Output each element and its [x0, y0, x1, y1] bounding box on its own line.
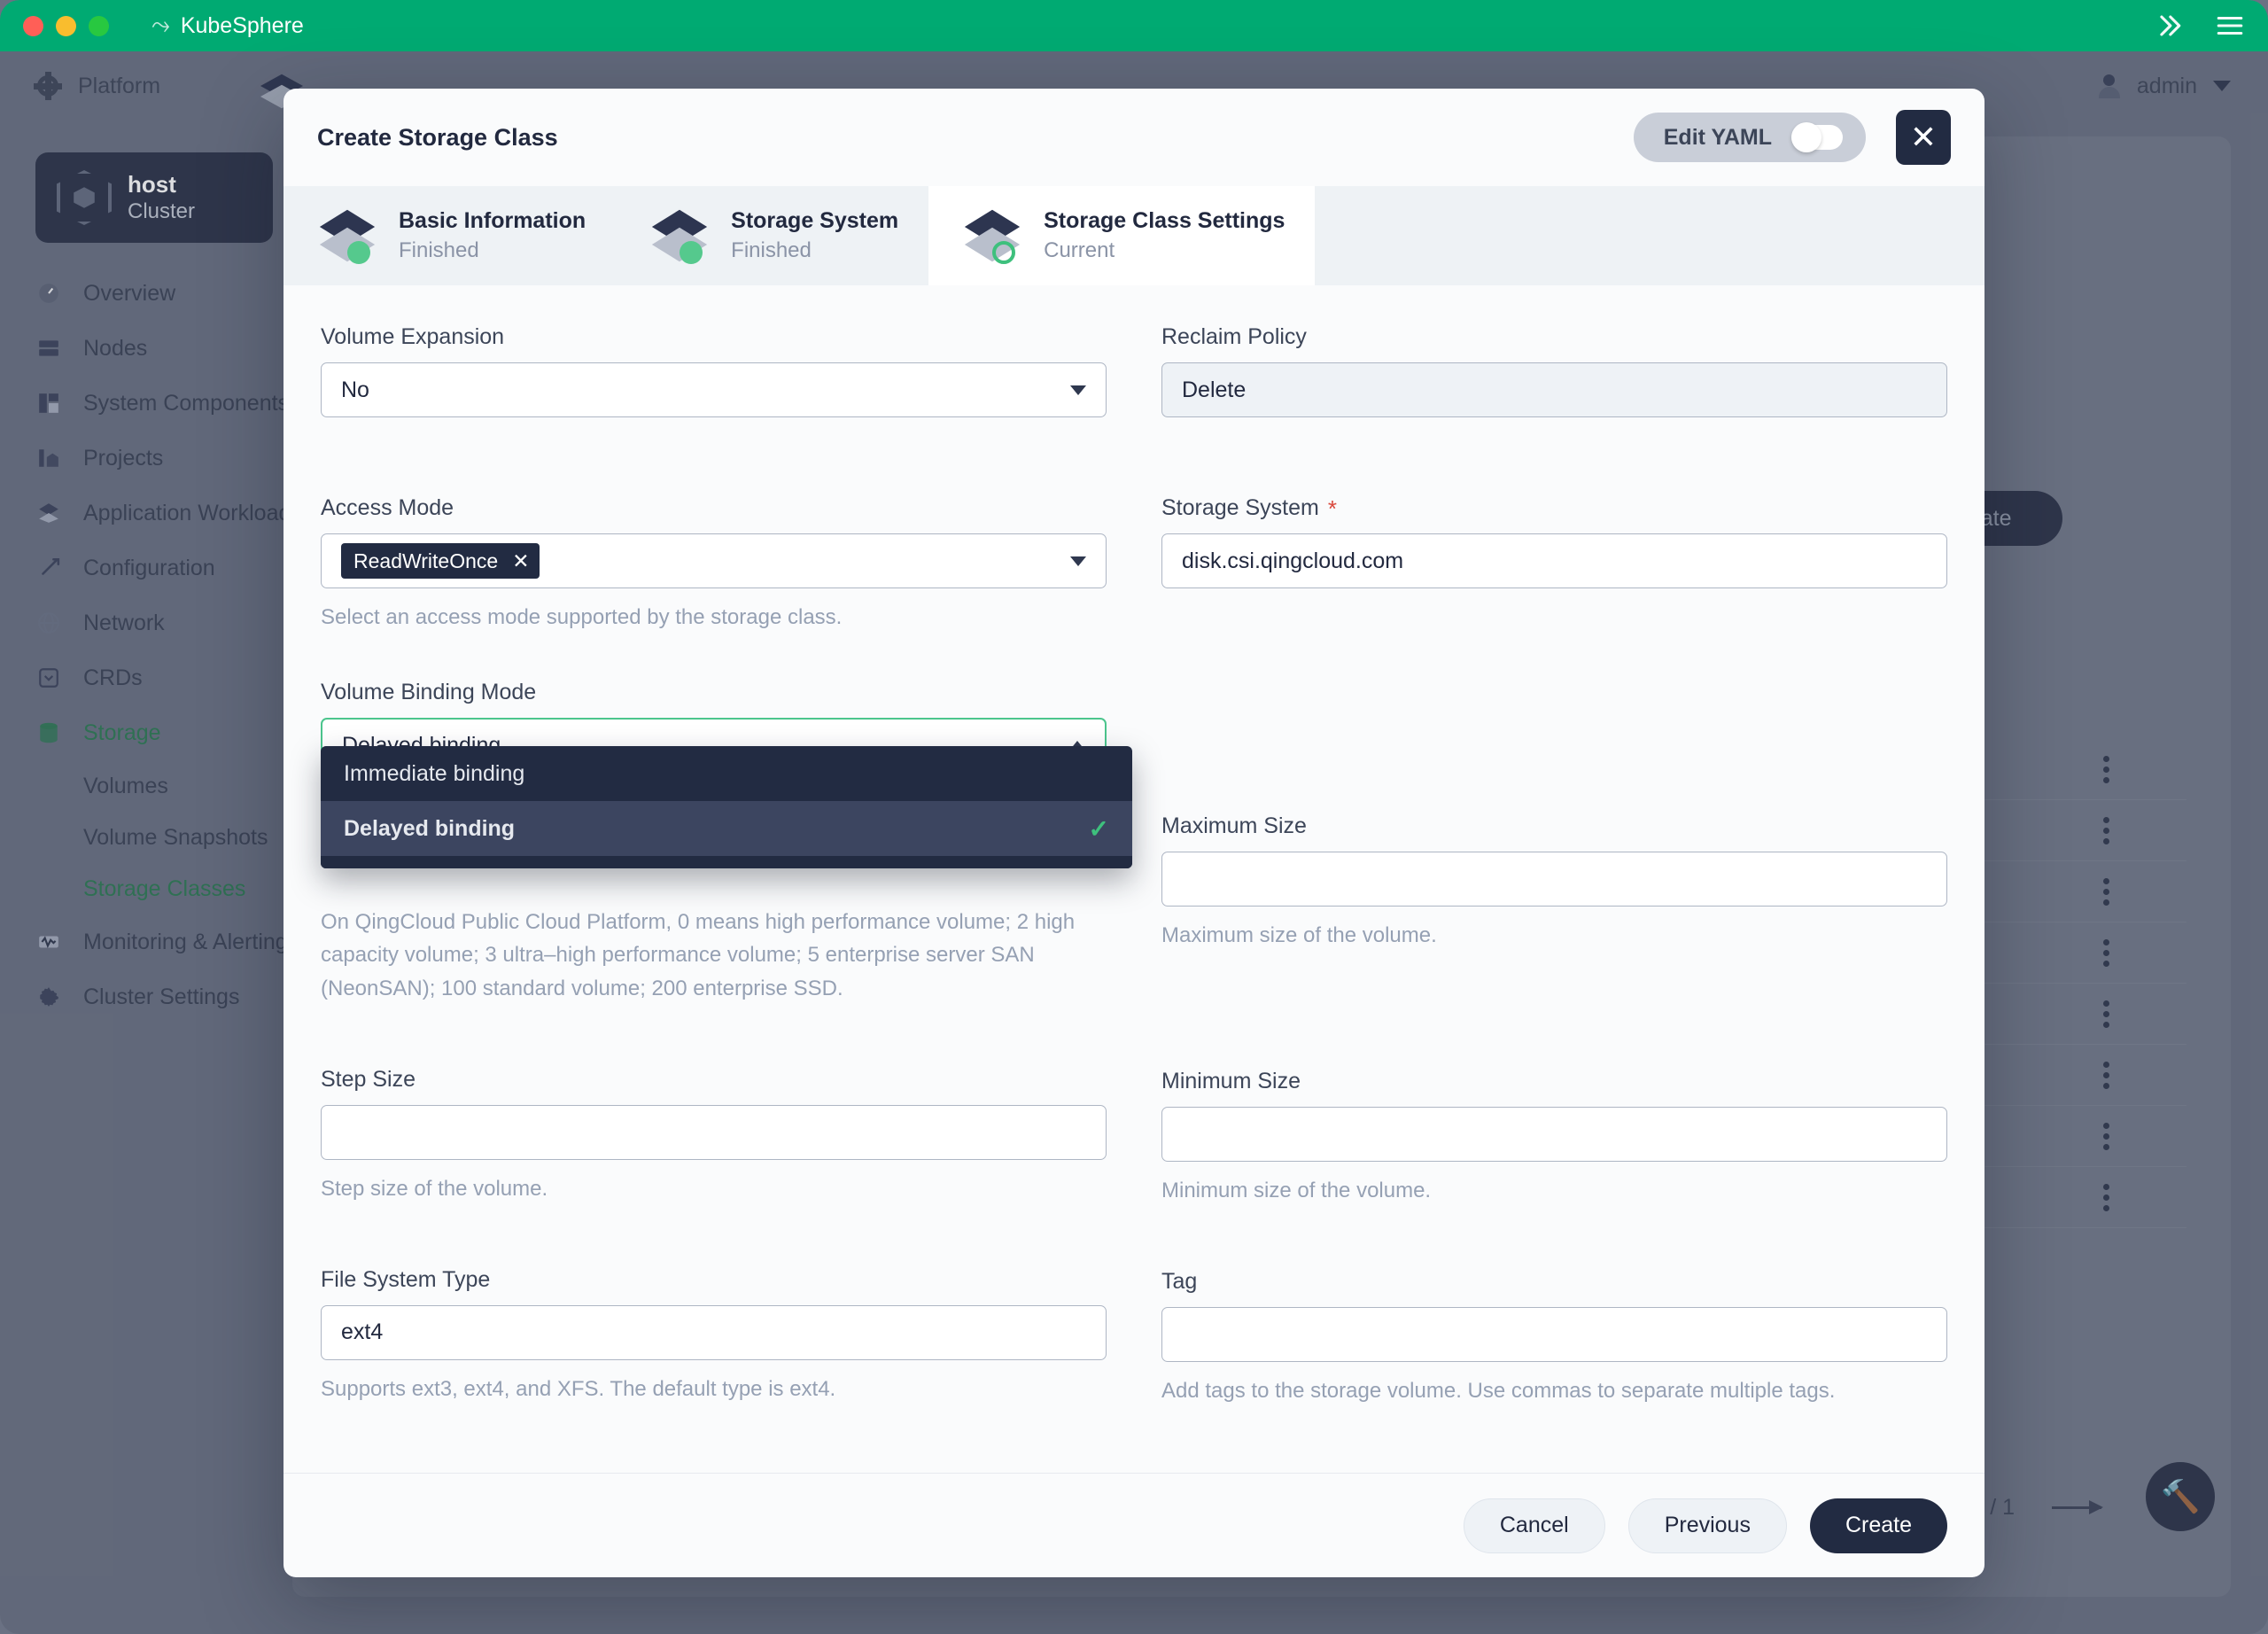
previous-button[interactable]: Previous [1627, 1498, 1787, 1553]
step-diamond-icon [652, 209, 708, 264]
required-marker: * [1327, 494, 1337, 522]
field-hint: On QingCloud Public Cloud Platform, 0 me… [321, 910, 1076, 1000]
file-system-type-input[interactable]: ext4 [321, 1304, 1107, 1360]
step-diamond-icon [965, 209, 1021, 264]
wizard-step-storage-class-settings[interactable]: Storage Class Settings Current [928, 186, 1316, 285]
wizard-step-basic-information[interactable]: Basic Information Finished [284, 186, 617, 285]
storage-system-input[interactable]: disk.csi.qingcloud.com [1161, 533, 1947, 588]
access-mode-tag-label: ReadWriteOnce [353, 549, 499, 572]
previous-button-label: Previous [1664, 1513, 1751, 1537]
field-reclaim-policy: Reclaim Policy Delete [1161, 324, 1947, 417]
step-diamond-icon [319, 209, 376, 264]
close-icon[interactable]: ✕ [1896, 110, 1951, 165]
field-label: Maximum Size [1161, 813, 1307, 838]
field-hint: Supports ext3, ext4, and XFS. The defaul… [321, 1376, 836, 1401]
volume-binding-mode-dropdown[interactable]: Immediate binding Delayed binding ✓ [321, 746, 1132, 868]
field-storage-system: Storage System * disk.csi.qingcloud.com [1161, 495, 1947, 588]
maximum-size-input[interactable] [1161, 852, 1947, 906]
field-label: Minimum Size [1161, 1069, 1301, 1094]
wizard-step-title: Storage Class Settings [1044, 207, 1285, 233]
field-label: File System Type [321, 1266, 491, 1292]
dropdown-option-immediate-binding[interactable]: Immediate binding [321, 746, 1132, 801]
field-minimum-size: Minimum Size Minimum size of the volume. [1161, 1069, 1947, 1207]
wizard-step-status: Finished [731, 237, 812, 262]
modal-header: Create Storage Class Edit YAML ✕ [284, 89, 1984, 186]
field-volume-expansion: Volume Expansion No [321, 324, 1107, 417]
hamburger-menu-icon[interactable] [2215, 11, 2245, 41]
field-tag: Tag Add tags to the storage volume. Use … [1161, 1269, 1947, 1407]
wizard-steps: Basic Information Finished Storage Syste… [284, 186, 1984, 285]
field-label: Step Size [321, 1066, 416, 1092]
field-label: Access Mode [321, 495, 454, 520]
create-button[interactable]: Create [1809, 1498, 1947, 1553]
close-icon[interactable]: ✕ [512, 549, 529, 573]
field-hint: Minimum size of the volume. [1161, 1179, 1432, 1203]
dropdown-option-label: Immediate binding [344, 760, 525, 786]
field-hint: Maximum size of the volume. [1161, 923, 1437, 947]
volume-expansion-value: No [341, 377, 369, 402]
window-titlebar: ⤳ KubeSphere [0, 0, 2268, 51]
wizard-step-storage-system[interactable]: Storage System Finished [616, 186, 929, 285]
field-hint: Add tags to the storage volume. Use comm… [1161, 1379, 1836, 1404]
storage-system-value: disk.csi.qingcloud.com [1182, 548, 1404, 573]
field-label: Tag [1161, 1269, 1198, 1295]
check-icon: ✓ [1088, 814, 1109, 843]
access-mode-tag: ReadWriteOnce ✕ [341, 543, 540, 579]
tag-input[interactable] [1161, 1307, 1947, 1363]
access-mode-select[interactable]: ReadWriteOnce ✕ [321, 533, 1107, 588]
reclaim-policy-value: Delete [1182, 377, 1247, 402]
field-hint: Select an access mode supported by the s… [321, 605, 843, 629]
dropdown-option-delayed-binding[interactable]: Delayed binding ✓ [321, 801, 1132, 856]
wizard-step-status: Finished [399, 237, 479, 262]
form-column-right: Reclaim Policy Delete Storage System * d… [1161, 324, 1947, 1417]
traffic-lights [23, 15, 109, 36]
cancel-button-label: Cancel [1499, 1513, 1569, 1537]
kubesphere-logo-icon: ⤳ [151, 9, 170, 41]
step-size-input[interactable] [321, 1104, 1107, 1160]
file-system-type-value: ext4 [341, 1319, 384, 1345]
reclaim-policy-value-box: Delete [1161, 362, 1947, 417]
modal-body: Volume Expansion No Access Mode ReadWrit… [284, 285, 1984, 1473]
field-label: Volume Expansion [321, 324, 505, 349]
dropdown-option-label: Delayed binding [344, 815, 516, 841]
create-button-label: Create [1845, 1513, 1912, 1537]
toggle-switch[interactable] [1791, 122, 1843, 152]
field-maximum-size: Maximum Size Maximum size of the volume. [1161, 813, 1947, 952]
app-window: ⤳ KubeSphere Platform admin host Cluster… [0, 0, 2268, 1634]
wizard-step-title: Basic Information [399, 207, 586, 233]
cancel-button[interactable]: Cancel [1463, 1498, 1605, 1553]
brand: ⤳ KubeSphere [151, 9, 304, 41]
minimize-window-button[interactable] [56, 15, 76, 36]
field-label-text: Storage System [1161, 495, 1319, 520]
double-chevron-right-icon[interactable] [2153, 11, 2183, 41]
field-label: Storage System * [1161, 495, 1947, 521]
field-file-system-type: File System Type ext4 Supports ext3, ext… [321, 1267, 1107, 1405]
close-window-button[interactable] [23, 15, 43, 36]
form-column-left: Volume Expansion No Access Mode ReadWrit… [321, 324, 1107, 1417]
modal-title: Create Storage Class [317, 123, 558, 151]
edit-yaml-toggle[interactable]: Edit YAML [1633, 113, 1866, 162]
modal-footer: Cancel Previous Create [284, 1473, 1984, 1577]
volume-expansion-select[interactable]: No [321, 362, 1107, 417]
wizard-steps-filler [1315, 186, 1984, 285]
wizard-step-title: Storage System [731, 207, 899, 233]
dropdown-tail [321, 856, 1132, 868]
field-label: Volume Binding Mode [321, 680, 537, 705]
create-storage-class-modal: Create Storage Class Edit YAML ✕ Basic I… [284, 89, 1984, 1577]
field-access-mode: Access Mode ReadWriteOnce ✕ Select an ac… [321, 495, 1107, 634]
wizard-step-status: Current [1044, 237, 1115, 262]
chevron-down-icon [1070, 556, 1086, 566]
field-step-size: Step Size Step size of the volume. [321, 1067, 1107, 1205]
field-label: Reclaim Policy [1161, 324, 1307, 349]
maximize-window-button[interactable] [89, 15, 109, 36]
field-hint: Step size of the volume. [321, 1176, 548, 1201]
brand-label: KubeSphere [180, 12, 304, 38]
minimum-size-input[interactable] [1161, 1107, 1947, 1163]
chevron-down-icon [1070, 385, 1086, 395]
edit-yaml-label: Edit YAML [1663, 124, 1772, 150]
